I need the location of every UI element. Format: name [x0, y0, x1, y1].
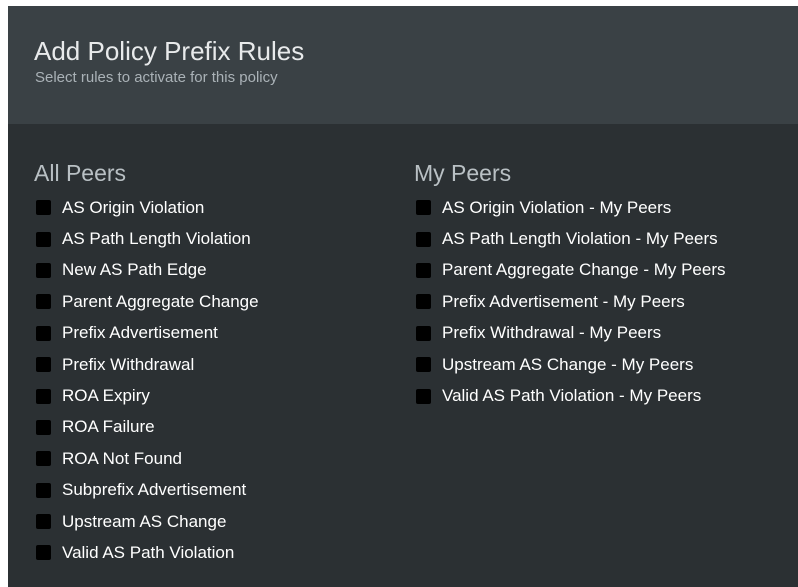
rule-label: Valid AS Path Violation [62, 542, 235, 562]
rule-checkbox[interactable] [36, 388, 51, 404]
rule-label: AS Path Length Violation [62, 229, 251, 249]
rule-checkbox[interactable] [416, 294, 431, 310]
rule-checkbox[interactable] [416, 357, 431, 373]
rule-item[interactable]: ROA Failure [34, 412, 259, 443]
rule-checkbox[interactable] [36, 419, 51, 435]
my-peers-section: My Peers AS Origin Violation - My Peers … [414, 158, 726, 412]
rule-checkbox[interactable] [36, 231, 51, 247]
all-peers-title: All Peers [34, 160, 127, 186]
rule-label: Subprefix Advertisement [62, 480, 247, 500]
rule-label: ROA Failure [62, 417, 155, 437]
my-peers-title: My Peers [414, 160, 512, 186]
rule-label: Prefix Advertisement - My Peers [442, 291, 685, 311]
my-peers-rule-list: AS Origin Violation - My Peers AS Path L… [414, 192, 726, 412]
rule-label: Prefix Advertisement [62, 323, 218, 343]
rule-item[interactable]: Subprefix Advertisement [34, 475, 259, 506]
rule-item[interactable]: Upstream AS Change [34, 506, 259, 537]
rule-item[interactable]: ROA Expiry [34, 380, 259, 411]
rule-checkbox[interactable] [416, 200, 431, 216]
dialog-title: Add Policy Prefix Rules [34, 36, 305, 66]
rule-item[interactable]: AS Path Length Violation - My Peers [414, 223, 726, 254]
rule-label: AS Origin Violation - My Peers [442, 197, 672, 217]
all-peers-rule-list: AS Origin Violation AS Path Length Viola… [34, 192, 259, 569]
rule-item[interactable]: Prefix Withdrawal [34, 349, 259, 380]
rule-label: AS Path Length Violation - My Peers [442, 229, 718, 249]
all-peers-section: All Peers AS Origin Violation AS Path Le… [34, 158, 259, 569]
rule-label: Parent Aggregate Change [62, 291, 259, 311]
add-policy-prefix-rules-dialog: Add Policy Prefix Rules Select rules to … [8, 6, 798, 587]
rule-item[interactable]: Valid AS Path Violation [34, 537, 259, 568]
dialog-subtitle: Select rules to activate for this policy [35, 69, 278, 86]
rule-item[interactable]: Valid AS Path Violation - My Peers [414, 380, 726, 411]
rule-label: Upstream AS Change [62, 511, 227, 531]
rule-item[interactable]: Parent Aggregate Change - My Peers [414, 255, 726, 286]
rule-checkbox[interactable] [36, 200, 51, 216]
rule-item[interactable]: AS Origin Violation - My Peers [414, 192, 726, 223]
rule-checkbox[interactable] [36, 451, 51, 467]
rule-label: Prefix Withdrawal [62, 354, 195, 374]
rule-checkbox[interactable] [36, 357, 51, 373]
rule-checkbox[interactable] [36, 294, 51, 310]
rule-checkbox[interactable] [36, 325, 51, 341]
rule-checkbox[interactable] [416, 231, 431, 247]
rule-item[interactable]: ROA Not Found [34, 443, 259, 474]
rule-item[interactable]: New AS Path Edge [34, 255, 259, 286]
rule-checkbox[interactable] [36, 545, 51, 561]
rule-label: AS Origin Violation [62, 197, 205, 217]
rule-checkbox[interactable] [36, 514, 51, 530]
rule-label: Valid AS Path Violation - My Peers [442, 386, 702, 406]
rule-label: ROA Not Found [62, 448, 183, 468]
rule-checkbox[interactable] [36, 482, 51, 498]
rule-label: Upstream AS Change - My Peers [442, 354, 694, 374]
rule-item[interactable]: Prefix Withdrawal - My Peers [414, 318, 726, 349]
rule-item[interactable]: Upstream AS Change - My Peers [414, 349, 726, 380]
rule-item[interactable]: AS Origin Violation [34, 192, 259, 223]
rule-checkbox[interactable] [416, 325, 431, 341]
rule-label: Parent Aggregate Change - My Peers [442, 260, 726, 280]
rule-item[interactable]: Prefix Advertisement [34, 318, 259, 349]
rule-checkbox[interactable] [416, 388, 431, 404]
rule-label: New AS Path Edge [62, 260, 207, 280]
rule-item[interactable]: AS Path Length Violation [34, 223, 259, 254]
rule-item[interactable]: Parent Aggregate Change [34, 286, 259, 317]
dialog-header: Add Policy Prefix Rules Select rules to … [8, 6, 798, 124]
rule-label: ROA Expiry [62, 386, 150, 406]
rule-checkbox[interactable] [36, 262, 51, 278]
rule-item[interactable]: Prefix Advertisement - My Peers [414, 286, 726, 317]
rule-label: Prefix Withdrawal - My Peers [442, 323, 662, 343]
rule-checkbox[interactable] [416, 262, 431, 278]
